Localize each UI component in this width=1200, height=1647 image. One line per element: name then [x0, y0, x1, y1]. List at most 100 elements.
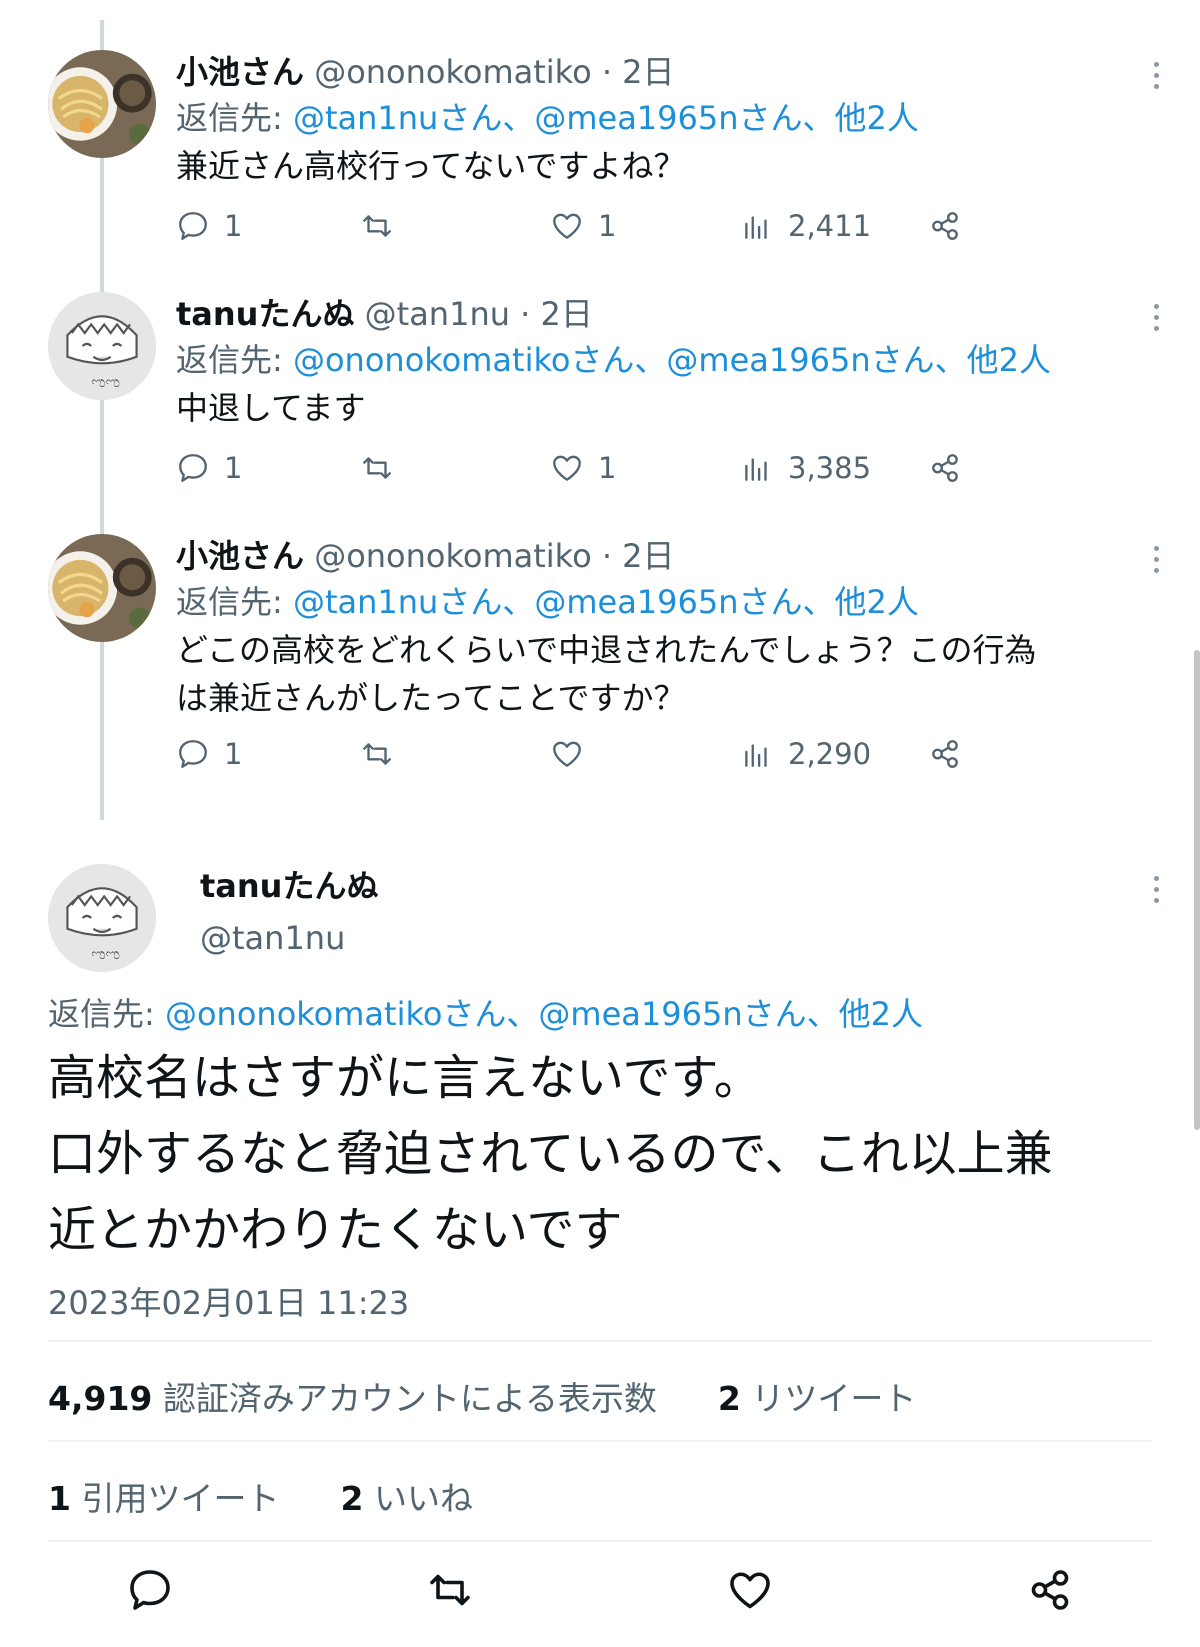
- views-button[interactable]: 2,290: [740, 732, 871, 776]
- views-stat[interactable]: 4,919 認証済みアカウントによる表示数: [48, 1379, 657, 1418]
- avatar[interactable]: [48, 50, 156, 158]
- retweet-button[interactable]: [360, 732, 408, 776]
- tweet-time: · 2日: [520, 295, 593, 333]
- views-button[interactable]: 3,385: [740, 446, 871, 490]
- views-label: 認証済みアカウントによる表示数: [162, 1379, 657, 1418]
- retweet-arrows-icon: [363, 743, 391, 765]
- author-handle[interactable]: @tan1nu: [200, 916, 345, 960]
- more-options-icon[interactable]: [1150, 298, 1162, 338]
- reply-to-line: 返信先: @ononokomatikoさん、@mea1965nさん、他2人: [176, 336, 1140, 384]
- ramen-avatar-image: [48, 50, 156, 158]
- like-button[interactable]: [550, 732, 598, 776]
- more-options-icon[interactable]: [1150, 540, 1162, 580]
- ramen-avatar-image: [48, 534, 156, 642]
- heart-icon: [553, 741, 581, 767]
- tweet-text-line: 口外するなと脅迫されているので、これ以上兼: [48, 1126, 1053, 1182]
- share-icon: [932, 212, 958, 240]
- quotes-label: 引用ツイート: [81, 1479, 280, 1518]
- retweet-button[interactable]: [360, 446, 408, 490]
- main-action-bar: [0, 1560, 1200, 1630]
- tweet-timestamp[interactable]: 2023年02月01日 11:23: [48, 1278, 409, 1324]
- more-options-icon[interactable]: [1150, 56, 1162, 96]
- speech-bubble-icon: [179, 740, 207, 768]
- author-name[interactable]: tanuたんぬ: [200, 864, 378, 908]
- like-count: 1: [598, 209, 617, 243]
- like-button[interactable]: 1: [550, 446, 616, 490]
- reply-tweet[interactable]: 小池さん @ononokomatiko · 2日 返信先: @tan1nuさん、…: [0, 50, 1200, 270]
- heart-icon: [730, 1572, 770, 1609]
- share-button[interactable]: [928, 204, 962, 248]
- bar-chart-icon: [745, 458, 767, 481]
- reply-to-label: 返信先:: [176, 341, 293, 379]
- speech-bubble-icon: [179, 454, 207, 482]
- share-icon: [1031, 1570, 1069, 1610]
- author-handle[interactable]: @ononokomatiko: [314, 53, 591, 91]
- reply-tweet[interactable]: ಌಌ tanuたんぬ @tan1nu · 2日 返信先: @ononokomat…: [0, 292, 1200, 512]
- stats-row: 1 引用ツイート 2 いいね: [48, 1472, 473, 1520]
- divider: [48, 1340, 1152, 1342]
- tweet-text: 兼近さん高校行ってないですよね？: [176, 147, 686, 185]
- share-icon: [932, 454, 958, 482]
- reply-to-links[interactable]: @ononokomatikoさん、@mea1965nさん、他2人: [165, 995, 923, 1033]
- reply-to-line: 返信先: @tan1nuさん、@mea1965nさん、他2人: [176, 578, 1140, 626]
- reply-to-label: 返信先:: [176, 583, 293, 621]
- like-button[interactable]: [726, 1566, 774, 1614]
- reply-to-links[interactable]: @tan1nuさん、@mea1965nさん、他2人: [293, 583, 919, 621]
- speech-bubble-icon: [179, 212, 207, 240]
- reply-to-label: 返信先:: [48, 995, 165, 1033]
- tweet-time: · 2日: [601, 53, 675, 91]
- more-options-icon[interactable]: [1150, 870, 1162, 910]
- reply-to-line: 返信先: @tan1nuさん、@mea1965nさん、他2人: [176, 94, 1140, 142]
- author-handle[interactable]: @ononokomatiko: [314, 537, 591, 575]
- avatar[interactable]: [48, 534, 156, 642]
- author-name[interactable]: 小池さん: [176, 537, 304, 575]
- reply-button[interactable]: 1: [176, 446, 242, 490]
- reply-count: 1: [224, 209, 243, 243]
- retweets-count: 2: [717, 1379, 741, 1418]
- main-tweet: ಌಌ tanuたんぬ @tan1nu 返信先: @ononokomatikoさん…: [0, 864, 1200, 1564]
- tweet-text-line: 高校名はさすがに言えないです。: [48, 1050, 762, 1106]
- reply-to-label: 返信先:: [176, 99, 293, 137]
- avatar[interactable]: ಌಌ: [48, 864, 156, 972]
- avatar[interactable]: ಌಌ: [48, 292, 156, 400]
- tweet-text-line: 近とかかわりたくないです: [48, 1202, 623, 1258]
- retweets-label: リツイート: [751, 1379, 917, 1418]
- tweet-text-line: は兼近さんがしたってことですか？: [176, 679, 686, 717]
- action-bar: 1 1 3,385: [176, 446, 1036, 490]
- action-bar: 1 1 2,411: [176, 204, 1036, 248]
- svg-text:ಌಌ: ಌಌ: [91, 373, 120, 391]
- retweet-button[interactable]: [360, 204, 408, 248]
- likes-count: 2: [340, 1479, 364, 1518]
- speech-bubble-icon: [130, 1570, 170, 1610]
- reply-button[interactable]: 1: [176, 204, 242, 248]
- reply-button[interactable]: [126, 1566, 174, 1614]
- retweet-button[interactable]: [426, 1566, 474, 1614]
- retweet-arrows-icon: [430, 1574, 470, 1606]
- tweet-text: 高校名はさすがに言えないです。 口外するなと脅迫されているので、これ以上兼 近と…: [48, 1040, 1120, 1268]
- scrollbar[interactable]: [1194, 650, 1200, 1130]
- author-handle[interactable]: @tan1nu: [365, 295, 510, 333]
- like-button[interactable]: 1: [550, 204, 616, 248]
- view-count: 2,411: [788, 209, 872, 243]
- reply-tweet[interactable]: 小池さん @ononokomatiko · 2日 返信先: @tan1nuさん、…: [0, 534, 1200, 804]
- divider: [48, 1540, 1152, 1542]
- retweets-stat[interactable]: 2 リツイート: [718, 1379, 916, 1418]
- share-button[interactable]: [928, 732, 962, 776]
- likes-stat[interactable]: 2 いいね: [340, 1479, 472, 1518]
- reply-to-links[interactable]: @tan1nuさん、@mea1965nさん、他2人: [293, 99, 919, 137]
- share-button[interactable]: [928, 446, 962, 490]
- likes-label: いいね: [373, 1479, 473, 1518]
- reply-to-links[interactable]: @ononokomatikoさん、@mea1965nさん、他2人: [293, 341, 1051, 379]
- retweet-arrows-icon: [363, 457, 391, 479]
- stats-row: 4,919 認証済みアカウントによる表示数 2 リツイート: [48, 1372, 916, 1420]
- view-count: 3,385: [788, 451, 872, 485]
- author-name[interactable]: tanuたんぬ: [176, 295, 354, 333]
- heart-icon: [553, 213, 581, 239]
- quotes-stat[interactable]: 1 引用ツイート: [48, 1479, 279, 1518]
- views-button[interactable]: 2,411: [740, 204, 871, 248]
- heart-icon: [553, 455, 581, 481]
- share-button[interactable]: [1026, 1566, 1074, 1614]
- reply-button[interactable]: 1: [176, 732, 242, 776]
- svg-text:ಌಌ: ಌಌ: [91, 945, 120, 963]
- author-name[interactable]: 小池さん: [176, 53, 304, 91]
